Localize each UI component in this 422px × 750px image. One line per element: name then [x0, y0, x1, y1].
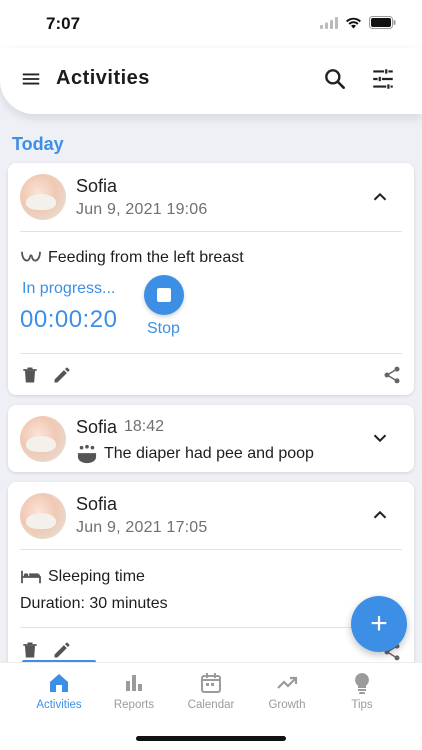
add-activity-button[interactable]: +	[351, 596, 407, 652]
nav-item-growth[interactable]: Growth	[245, 671, 329, 711]
chevron-up-icon[interactable]	[369, 186, 391, 208]
nav-label: Reports	[113, 699, 155, 711]
activity-time: 18:42	[124, 418, 165, 435]
avatar	[20, 416, 66, 462]
breast-feeding-icon	[21, 251, 41, 262]
child-name: Sofia	[76, 494, 118, 514]
calendar-icon	[201, 673, 221, 693]
activity-title: Feeding from the left breast	[48, 249, 244, 266]
card-divider	[20, 627, 402, 628]
activity-card-feeding[interactable]: Sofia Jun 9, 2021 19:06 Feeding from the…	[8, 163, 414, 395]
activity-title: The diaper had pee and poop	[104, 445, 314, 462]
home-indicator	[136, 736, 286, 741]
card-divider	[20, 231, 402, 232]
avatar	[20, 174, 66, 220]
share-icon[interactable]	[382, 365, 402, 385]
stop-label[interactable]: Stop	[147, 320, 180, 338]
nav-item-tips[interactable]: Tips	[320, 671, 404, 711]
wifi-icon	[346, 17, 361, 28]
edit-icon[interactable]	[52, 640, 72, 660]
card-divider	[20, 549, 402, 550]
delete-icon[interactable]	[20, 640, 40, 660]
activity-duration: Duration: 30 minutes	[20, 595, 168, 612]
chevron-up-icon[interactable]	[369, 504, 391, 526]
diaper-icon	[77, 444, 97, 464]
card-divider	[20, 353, 402, 354]
lightbulb-icon	[355, 673, 369, 694]
progress-label: In progress...	[22, 280, 116, 297]
activity-card-sleeping[interactable]: Sofia Jun 9, 2021 17:05 Sleeping time Du…	[8, 482, 414, 672]
nav-item-calendar[interactable]: Calendar	[169, 671, 253, 711]
status-icons	[320, 16, 396, 29]
tune-icon[interactable]	[370, 66, 396, 92]
status-time: 7:07	[46, 14, 81, 33]
stop-icon	[157, 288, 171, 302]
nav-label: Activities	[36, 699, 82, 711]
app-bar: Activities	[0, 48, 422, 114]
elapsed-timer: 00:00:20	[20, 306, 118, 333]
bed-icon	[21, 570, 41, 584]
nav-label: Calendar	[187, 699, 235, 711]
nav-label: Growth	[268, 699, 306, 711]
status-bar: 7:07	[0, 0, 422, 48]
menu-icon[interactable]	[20, 68, 42, 90]
nav-item-activities[interactable]: Activities	[17, 671, 101, 711]
bar-chart-icon	[126, 675, 142, 691]
edit-icon[interactable]	[52, 365, 72, 385]
stop-button[interactable]	[144, 275, 184, 315]
cellular-signal-icon	[320, 16, 338, 29]
trending-up-icon	[277, 676, 298, 689]
activity-card-diaper[interactable]: Sofia 18:42 The diaper had pee and poop	[8, 405, 414, 472]
avatar	[20, 493, 66, 539]
activity-datetime: Jun 9, 2021 19:06	[76, 201, 208, 218]
activity-title: Sleeping time	[48, 568, 145, 585]
child-name: Sofia	[76, 417, 118, 437]
nav-item-reports[interactable]: Reports	[92, 671, 176, 711]
battery-icon	[369, 16, 396, 29]
child-name: Sofia	[76, 176, 118, 196]
section-today-label: Today	[12, 134, 64, 154]
nav-label: Tips	[351, 699, 373, 711]
page-title: Activities	[56, 67, 150, 89]
home-icon	[50, 674, 68, 692]
chevron-down-icon[interactable]	[369, 427, 391, 449]
activity-datetime: Jun 9, 2021 17:05	[76, 519, 208, 536]
delete-icon[interactable]	[20, 365, 40, 385]
search-icon[interactable]	[322, 66, 348, 92]
